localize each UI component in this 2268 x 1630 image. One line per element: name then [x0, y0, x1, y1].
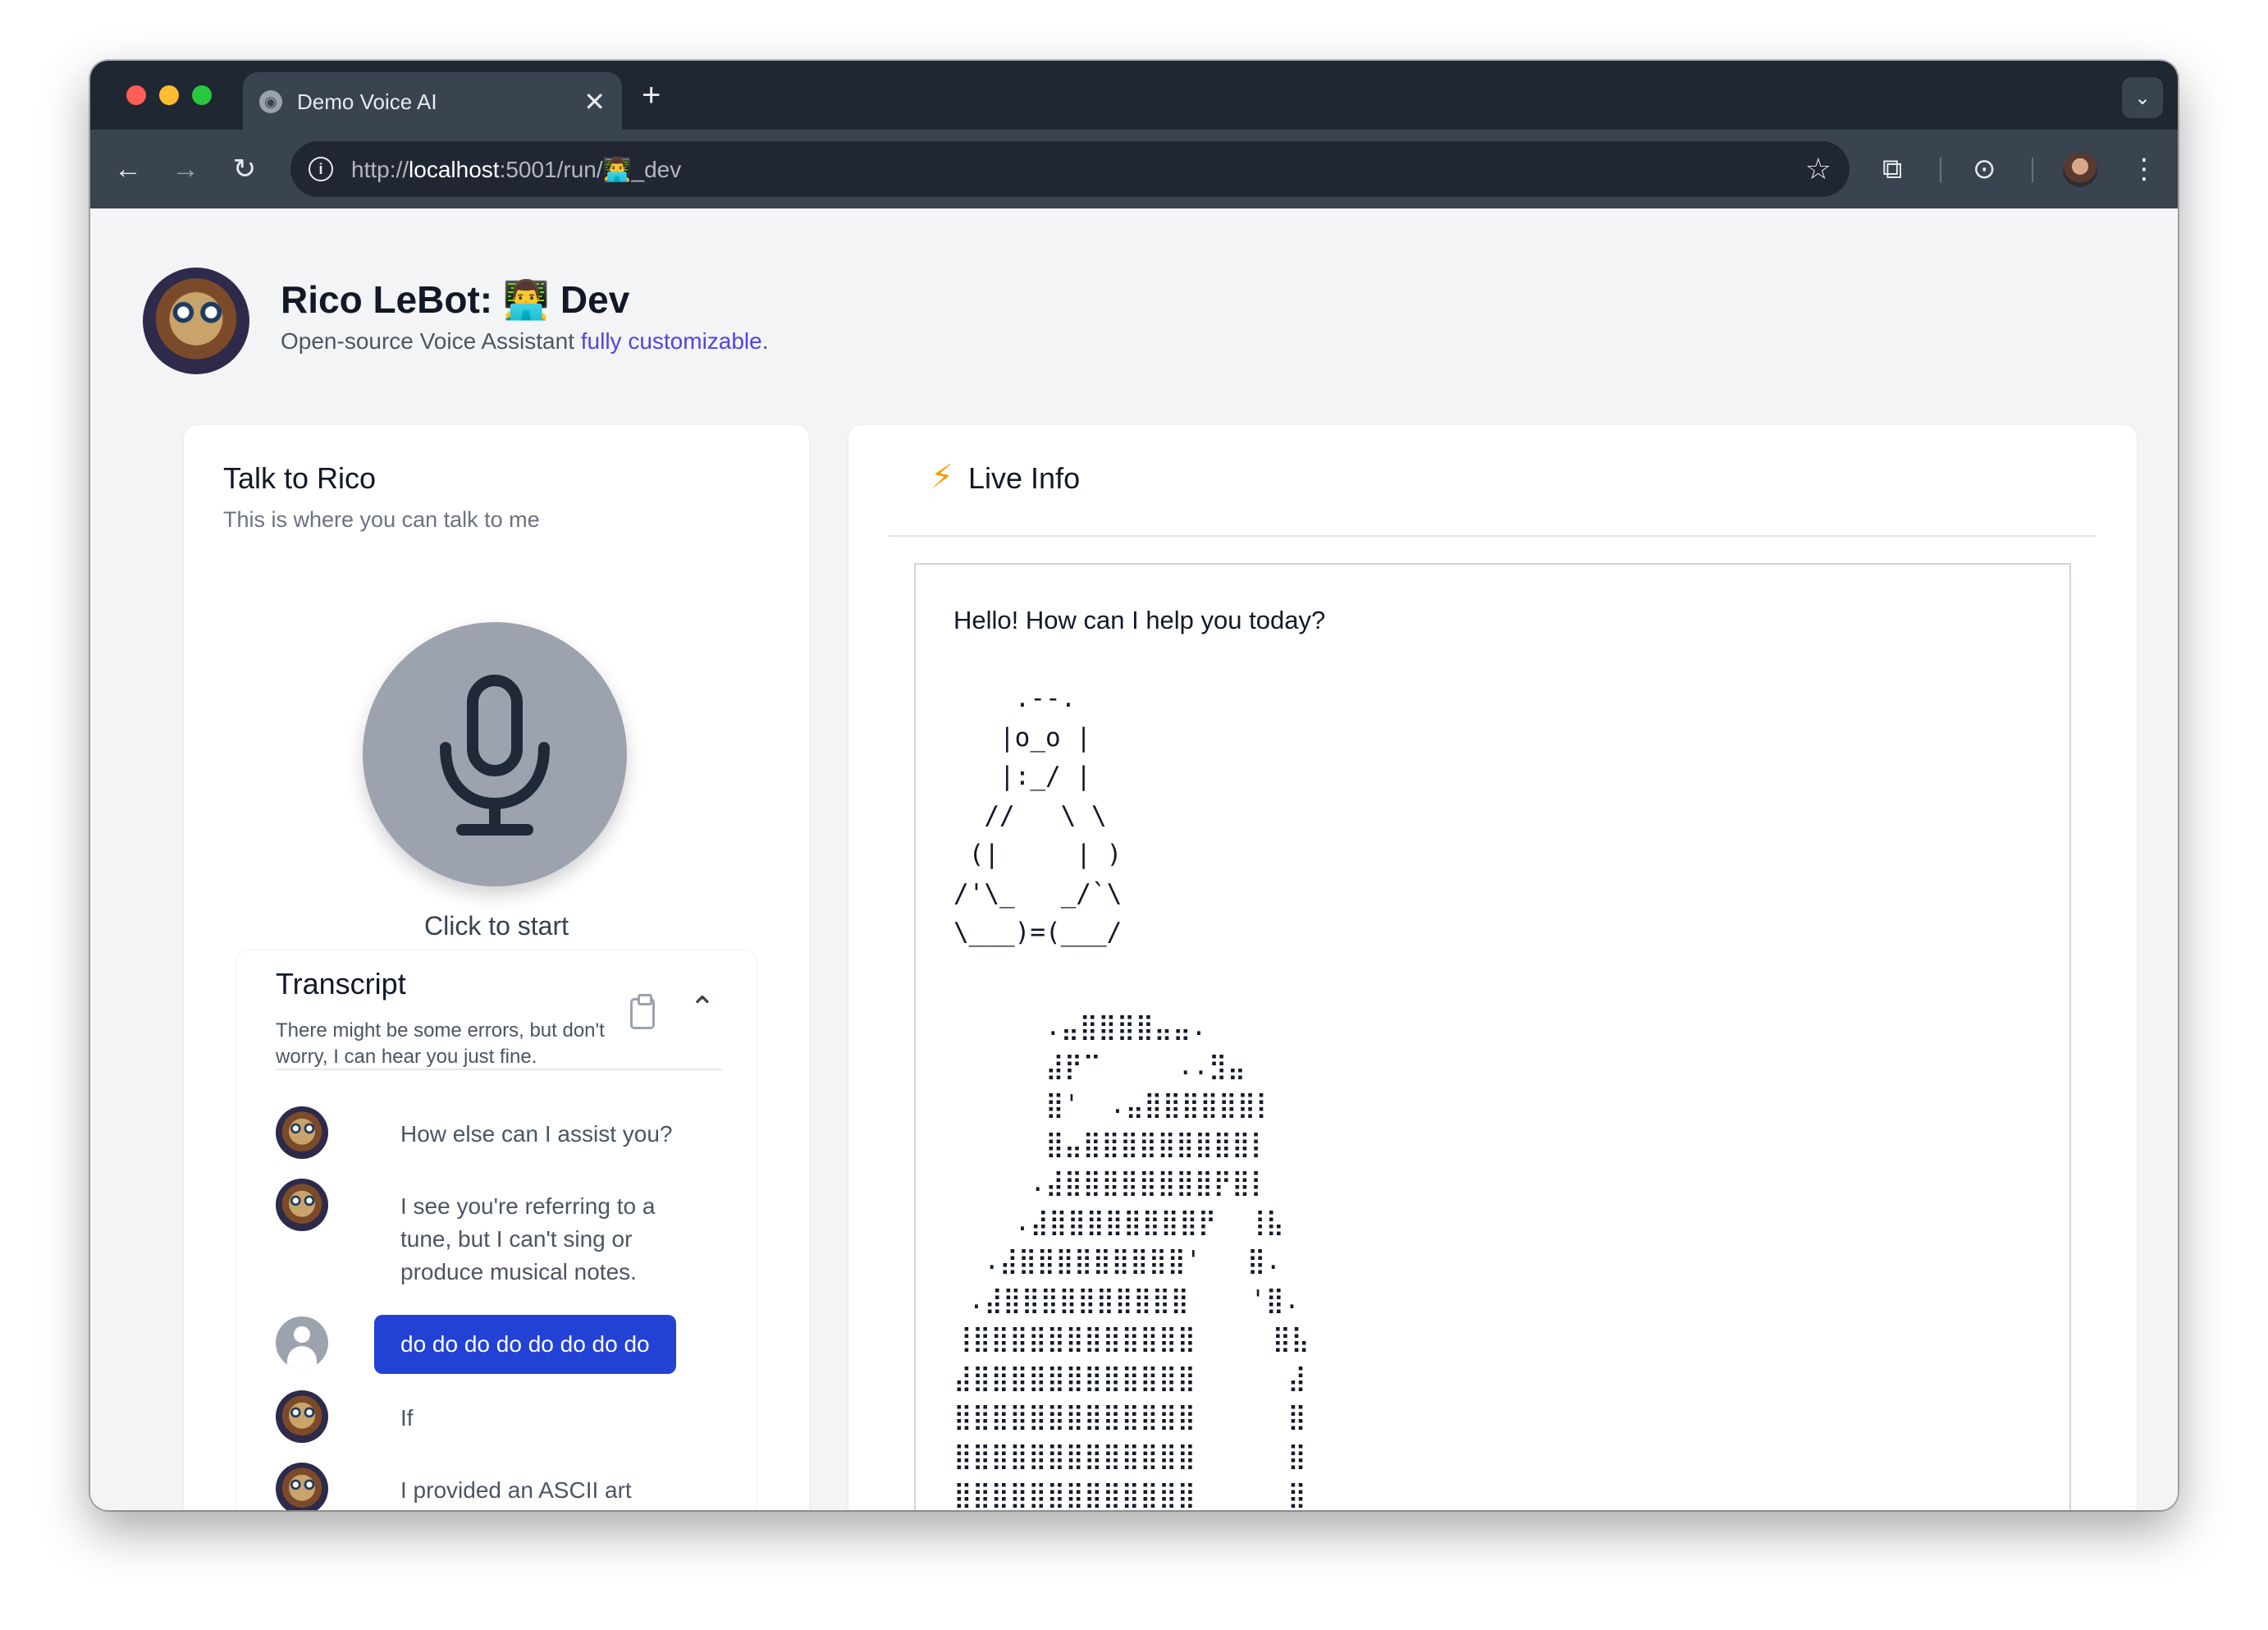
subtitle-period: .: [761, 328, 769, 354]
arrow-left-icon[interactable]: ←: [108, 149, 148, 189]
transcript-description: There might be some errors, but don't wo…: [276, 1019, 605, 1068]
talk-card: Talk to Rico This is where you can talk …: [184, 425, 809, 1510]
close-window-button[interactable]: [126, 85, 146, 105]
puzzle-icon[interactable]: ⧉: [1882, 151, 1902, 187]
mic-status-label: Click to start: [423, 911, 569, 941]
transcript-divider: [276, 1069, 722, 1070]
tab-title: Demo Voice AI: [297, 89, 437, 114]
live-info-card: ⚡ Live Info Hello! How can I help you to…: [848, 425, 2137, 1510]
minimize-window-button[interactable]: [159, 85, 179, 105]
robot-avatar: [143, 268, 249, 374]
close-tab-icon[interactable]: ✕: [583, 86, 606, 117]
lens-icon[interactable]: ⊙: [1973, 151, 1996, 187]
url-path: :5001/run/👨‍💻_dev: [499, 156, 682, 182]
assistant-message: How else can I assist you?: [400, 1121, 673, 1147]
live-info-divider: [888, 535, 2096, 537]
url-text[interactable]: http://localhost:5001/run/👨‍💻_dev: [351, 156, 1805, 183]
user-message: do do do do do do do do: [374, 1315, 676, 1374]
tab-strip: ◉ Demo Voice AI ✕ + ⌄: [90, 61, 2178, 131]
live-info-title: Live Info: [968, 461, 1081, 495]
talk-subtitle: This is where you can talk to me: [223, 507, 540, 532]
live-info-output: Hello! How can I help you today? .--. |o…: [914, 563, 2071, 1510]
lightning-icon: ⚡: [931, 459, 954, 495]
page-subtitle: Open-source Voice Assistant fully custom…: [281, 328, 769, 355]
url-host: localhost: [409, 156, 500, 182]
info-icon[interactable]: i: [309, 157, 333, 181]
robot-avatar: [276, 1463, 328, 1510]
ascii-art-penguin: .--. |o_o | |:_/ | // \ \ (| | ) /'\_ _/…: [953, 684, 1123, 947]
transcript-title: Transcript: [276, 967, 406, 1000]
browser-tab[interactable]: ◉ Demo Voice AI ✕: [243, 72, 622, 131]
assistant-message: I provided an ASCII art: [400, 1477, 632, 1503]
clipboard-icon[interactable]: [630, 994, 655, 1029]
toolbar-divider: [2032, 158, 2033, 182]
star-icon[interactable]: ☆: [1805, 152, 1831, 186]
page-title: Rico LeBot: 👨‍💻 Dev: [281, 278, 630, 321]
kebab-menu-icon[interactable]: ⋮: [2130, 151, 2158, 187]
new-tab-button[interactable]: +: [642, 77, 661, 114]
talk-title: Talk to Rico: [223, 461, 377, 495]
arrow-right-icon[interactable]: →: [166, 149, 205, 189]
toolbar-divider: [1940, 158, 1941, 182]
braille-art: .⣤⣿⣿⣿⣿⣤⣤. ⣼⡟⠉ ..⣻⣤ ⣿' .⣤⣿⣿⣿⣿⣿⣿⡇ ⣿⣤⣿⣿⣿⣿⣿⣿…: [953, 1012, 1310, 1509]
robot-avatar: [276, 1390, 328, 1443]
customizable-link[interactable]: fully customizable: [581, 328, 762, 354]
assistant-message: I see you're referring to a tune, but I …: [400, 1193, 656, 1284]
robot-avatar: [276, 1106, 328, 1159]
microphone-icon: [440, 675, 550, 836]
profile-avatar[interactable]: [2063, 153, 2097, 187]
transcript-panel: Transcript There might be some errors, b…: [236, 950, 757, 1510]
address-bar[interactable]: i http://localhost:5001/run/👨‍💻_dev ☆: [290, 141, 1850, 197]
tab-search-chevron-icon[interactable]: ⌄: [2122, 77, 2163, 118]
chevron-up-icon[interactable]: ⌃: [689, 990, 716, 1027]
browser-toolbar: ← → ↻ i http://localhost:5001/run/👨‍💻_de…: [90, 130, 2178, 208]
robot-avatar: [276, 1179, 328, 1231]
maximize-window-button[interactable]: [192, 85, 212, 105]
browser-window: ◉ Demo Voice AI ✕ + ⌄ ← → ↻ i http://loc…: [90, 61, 2178, 1510]
subtitle-text: Open-source Voice Assistant: [281, 328, 581, 354]
user-avatar-icon: [276, 1316, 328, 1369]
globe-icon: ◉: [259, 90, 282, 113]
assistant-message: If: [400, 1405, 414, 1431]
page-content: Rico LeBot: 👨‍💻 Dev Open-source Voice As…: [90, 208, 2178, 1510]
live-greeting: Hello! How can I help you today?: [953, 606, 1326, 634]
reload-icon[interactable]: ↻: [225, 149, 264, 189]
microphone-button[interactable]: [363, 622, 627, 886]
url-scheme: http://: [351, 156, 409, 182]
